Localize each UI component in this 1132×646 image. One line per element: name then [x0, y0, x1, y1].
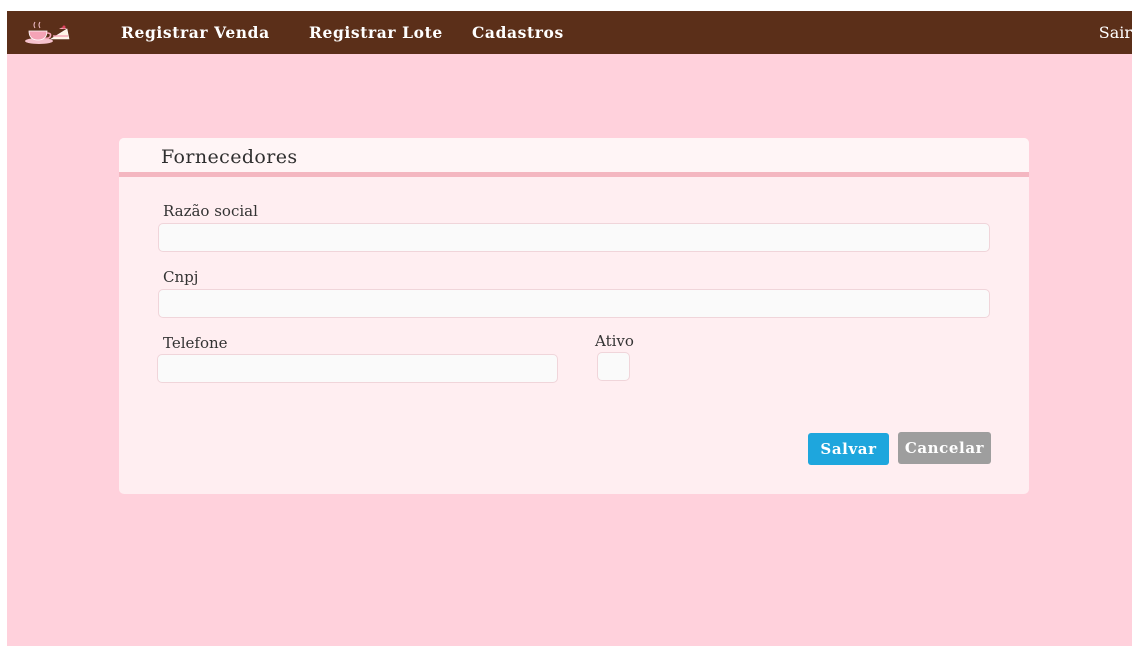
nav-cadastros[interactable]: Cadastros: [472, 23, 564, 42]
razao-social-input[interactable]: [158, 223, 990, 252]
save-button[interactable]: Salvar: [808, 433, 889, 465]
ativo-checkbox[interactable]: [597, 352, 630, 381]
header-divider: [119, 172, 1029, 177]
nav-registrar-venda[interactable]: Registrar Venda: [121, 23, 270, 42]
tea-and-cake-logo-icon[interactable]: [23, 17, 73, 47]
razao-social-label: Razão social: [163, 202, 258, 220]
cnpj-input[interactable]: [158, 289, 990, 318]
ativo-label: Ativo: [595, 332, 634, 350]
card-header: Fornecedores: [119, 138, 1029, 172]
cancel-button[interactable]: Cancelar: [898, 432, 991, 464]
top-navbar: Registrar Venda Registrar Lote Cadastros…: [7, 11, 1132, 54]
cnpj-label: Cnpj: [163, 268, 199, 286]
app-frame: Registrar Venda Registrar Lote Cadastros…: [7, 11, 1132, 646]
telefone-input[interactable]: [157, 354, 558, 383]
telefone-label: Telefone: [163, 334, 228, 352]
page-title: Fornecedores: [161, 146, 298, 168]
nav-registrar-lote[interactable]: Registrar Lote: [309, 23, 443, 42]
supplier-form-card: Fornecedores Razão social Cnpj Telefone …: [119, 138, 1029, 494]
logout-link[interactable]: Sair: [1099, 23, 1132, 42]
